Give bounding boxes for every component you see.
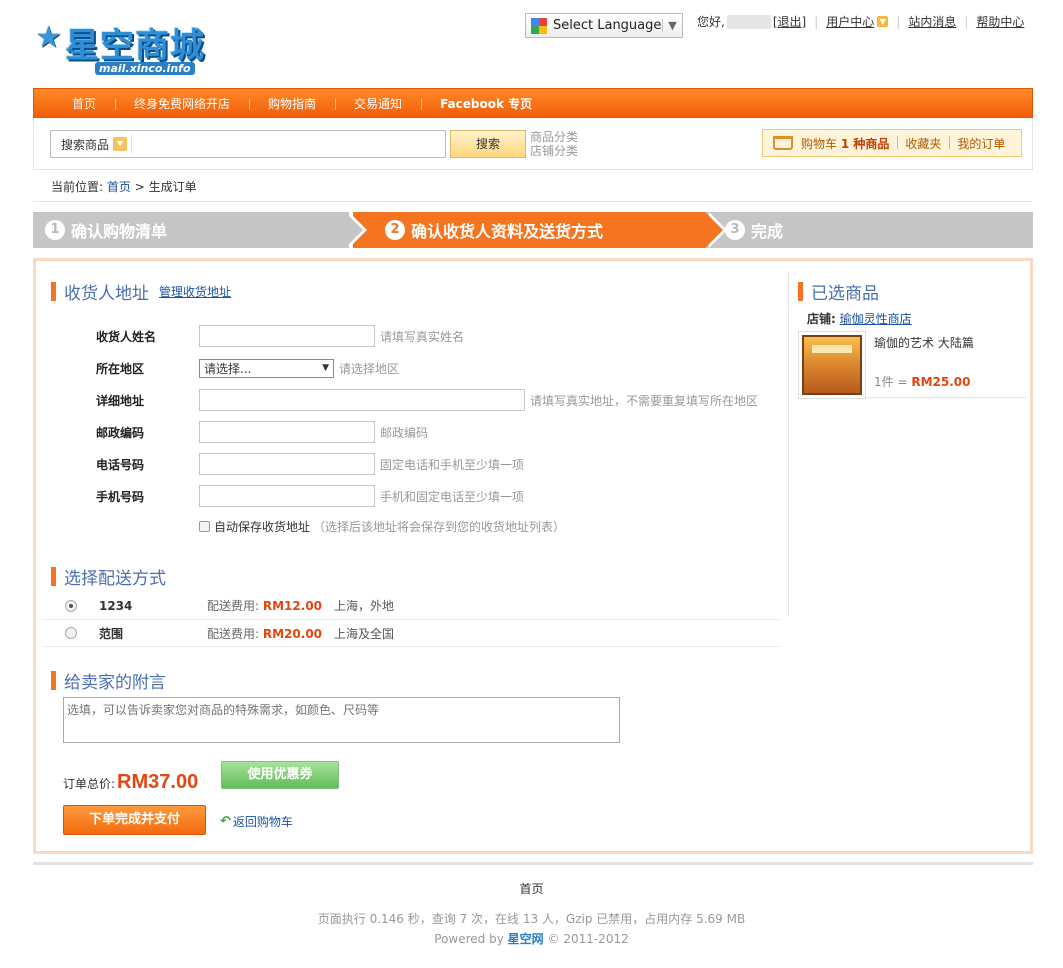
- messages-link[interactable]: 站内消息: [908, 13, 956, 30]
- search-bar: 搜索商品 ▼ 搜索 商品分类 店铺分类 购物车 1 种商品 收藏夹 我的订单: [33, 118, 1033, 170]
- my-orders-link[interactable]: 我的订单: [949, 135, 1013, 152]
- row-address: 详细地址 请填写真实地址，不需要重复填写所在地区: [96, 389, 758, 411]
- address-title: 收货人地址 管理收货地址: [51, 279, 231, 304]
- autosave-label[interactable]: 自动保存收货地址: [214, 518, 310, 535]
- row-zip: 邮政编码 邮政编码: [96, 421, 428, 443]
- order-total-value: RM37.00: [117, 771, 199, 793]
- breadcrumb-current: 生成订单: [148, 180, 197, 194]
- help-link[interactable]: 帮助中心: [976, 13, 1024, 30]
- shop-link[interactable]: 瑜伽灵性商店: [840, 312, 912, 326]
- shipping-radio-1[interactable]: [65, 599, 77, 612]
- step-3: 3 完成: [725, 212, 783, 248]
- powered-brand: 星空网: [507, 932, 544, 946]
- order-panel: 收货人地址 管理收货地址 收货人姓名 请填写真实姓名 所在地区 请选择... ▼…: [33, 258, 1033, 854]
- zip-input[interactable]: [199, 421, 375, 443]
- user-center-link[interactable]: 用户中心: [826, 13, 874, 30]
- back-arrow-icon: ↶: [220, 814, 231, 829]
- row-name: 收货人姓名 请填写真实姓名: [96, 325, 464, 347]
- chevron-down-icon: ▼: [322, 363, 329, 373]
- language-label: Select Language: [553, 18, 662, 33]
- product-thumbnail[interactable]: [798, 331, 866, 399]
- shipping-title: 选择配送方式: [51, 564, 166, 589]
- goods-category-link[interactable]: 商品分类: [530, 130, 578, 144]
- chevron-down-icon[interactable]: ▼: [877, 16, 889, 27]
- search-box: 搜索商品 ▼: [50, 130, 446, 158]
- chevron-down-icon: ▼: [662, 19, 682, 32]
- shop-category-link[interactable]: 店铺分类: [530, 144, 578, 158]
- selected-product: 瑜伽的艺术 大陆篇 1件 = RM25.00: [798, 329, 1026, 399]
- cart-bar: 购物车 1 种商品 收藏夹 我的订单: [762, 129, 1022, 157]
- manage-address-link[interactable]: 管理收货地址: [159, 283, 231, 300]
- star-icon: ★: [35, 20, 62, 55]
- order-steps: 1 确认购物清单 2 确认收货人资料及送货方式 3 完成: [33, 212, 1033, 248]
- top-links: 您好, [退出] | 用户中心 ▼ | 站内消息 | 帮助中心: [697, 13, 1025, 30]
- nav-item-notices[interactable]: 交易通知: [335, 95, 421, 112]
- region-select[interactable]: 请选择... ▼: [199, 358, 334, 378]
- search-input[interactable]: [132, 131, 445, 157]
- nav-item-facebook[interactable]: Facebook 专页: [421, 95, 551, 112]
- breadcrumb-home[interactable]: 首页: [107, 180, 131, 194]
- shipping-option-1[interactable]: 1234 配送费用: RM12.00 上海，外地: [43, 592, 779, 619]
- logout-link[interactable]: [退出]: [773, 13, 806, 30]
- cart-icon: [773, 136, 793, 150]
- footer-home: 首页: [0, 880, 1063, 897]
- shipping-option-2[interactable]: 范围 配送费用: RM20.00 上海及全国: [43, 620, 779, 647]
- order-total: 订单总价: RM37.00: [63, 771, 199, 793]
- product-name-link[interactable]: 瑜伽的艺术 大陆篇: [874, 334, 974, 351]
- step-2: 2 确认收货人资料及送货方式: [385, 212, 603, 248]
- row-autosave: 自动保存收货地址 （选择后该地址将会保存到您的收货地址列表）: [199, 515, 565, 537]
- greeting: 您好,: [697, 15, 725, 29]
- language-selector[interactable]: Select Language ▼: [525, 13, 683, 38]
- logo-url: mail.xinco.info: [95, 62, 195, 75]
- row-phone: 电话号码 固定电话和手机至少填一项: [96, 453, 524, 475]
- phone-input[interactable]: [199, 453, 375, 475]
- back-to-cart-link[interactable]: ↶ 返回购物车: [220, 813, 293, 830]
- google-translate-icon: [531, 17, 547, 34]
- logo-text: 星空商城: [65, 26, 205, 66]
- step-1: 1 确认购物清单: [45, 212, 167, 248]
- row-region: 所在地区 请选择... ▼ 请选择地区: [96, 357, 399, 379]
- submit-order-button[interactable]: 下单完成并支付: [63, 805, 206, 835]
- favorites-link[interactable]: 收藏夹: [897, 135, 949, 152]
- cart-link[interactable]: 购物车 1 种商品: [801, 135, 897, 152]
- receiver-name-input[interactable]: [199, 325, 375, 347]
- memo-title: 给卖家的附言: [51, 668, 166, 693]
- autosave-checkbox[interactable]: [199, 520, 210, 532]
- product-qty: 1件 = RM25.00: [874, 375, 971, 389]
- selected-goods-title: 已选商品: [798, 279, 879, 304]
- footer-stats: 页面执行 0.146 秒，查询 7 次，在线 13 人，Gzip 已禁用，占用内…: [317, 912, 746, 926]
- shipping-radio-2[interactable]: [65, 627, 77, 639]
- address-input[interactable]: [199, 389, 525, 411]
- memo-textarea[interactable]: [63, 697, 620, 743]
- username-blurred: [726, 14, 771, 29]
- breadcrumb: 当前位置: 首页 > 生成订单: [33, 172, 1033, 202]
- footer-divider: [33, 862, 1033, 865]
- search-button[interactable]: 搜索: [450, 130, 526, 158]
- chevron-down-icon: ▼: [113, 137, 128, 151]
- nav-item-guide[interactable]: 购物指南: [249, 95, 335, 112]
- search-category-select[interactable]: 搜索商品 ▼: [51, 135, 133, 153]
- nav-item-open-shop[interactable]: 终身免费网络开店: [115, 95, 249, 112]
- row-mobile: 手机号码 手机和固定电话至少填一项: [96, 485, 524, 507]
- shop-line: 店铺: 瑜伽灵性商店: [807, 312, 912, 326]
- site-logo[interactable]: ★ 星空商城 mail.xinco.info: [35, 14, 215, 78]
- nav-item-home[interactable]: 首页: [34, 95, 115, 112]
- use-coupon-button[interactable]: 使用优惠券: [221, 761, 339, 789]
- footer-powered: Powered by 星空网 © 2011-2012: [434, 932, 629, 946]
- mobile-input[interactable]: [199, 485, 375, 507]
- footer-home-link[interactable]: 首页: [519, 882, 543, 896]
- category-links: 商品分类 店铺分类: [530, 130, 578, 158]
- main-nav: 首页 终身免费网络开店 购物指南 交易通知 Facebook 专页: [33, 88, 1033, 118]
